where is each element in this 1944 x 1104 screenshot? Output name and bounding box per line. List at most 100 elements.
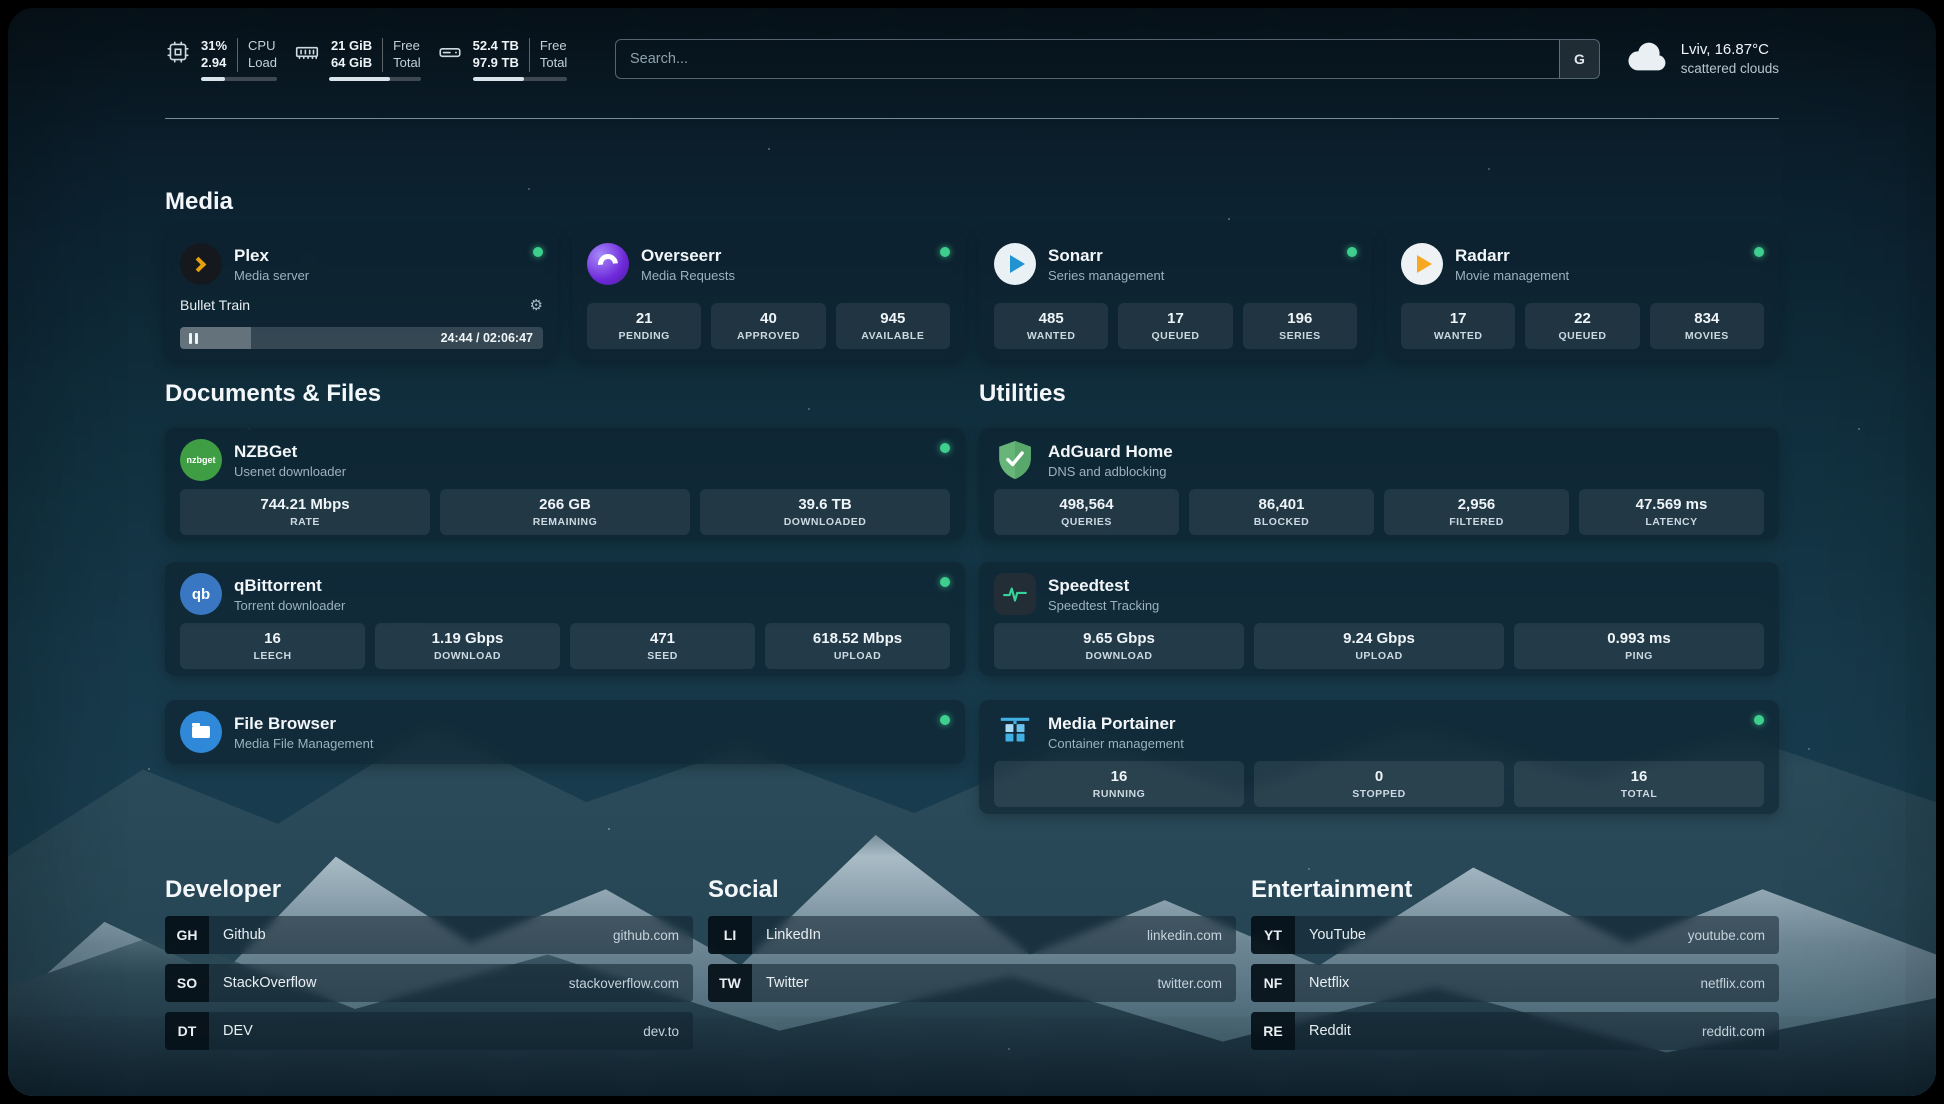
app-title: AdGuard Home — [1048, 442, 1173, 462]
adguard-icon — [994, 439, 1036, 481]
sonarr-icon — [994, 243, 1036, 285]
bookmarks-developer: GH Github github.com SO StackOverflow st… — [165, 916, 693, 1050]
section-heading-developer: Developer — [165, 876, 281, 904]
netflix-icon: NF — [1251, 964, 1295, 1002]
portainer-icon — [994, 711, 1036, 753]
radarr-icon — [1401, 243, 1443, 285]
search-bar: G — [615, 39, 1600, 79]
bookmark-reddit[interactable]: RE Reddit reddit.com — [1251, 1012, 1779, 1050]
linkedin-icon: LI — [708, 916, 752, 954]
youtube-icon: YT — [1251, 916, 1295, 954]
cloud-icon — [1625, 41, 1669, 78]
gear-icon[interactable]: ⚙ — [530, 298, 543, 313]
stat-rate: 744.21 Mbps RATE — [180, 489, 430, 535]
section-heading-documents: Documents & Files — [165, 380, 381, 408]
stat-download: 9.65 Gbps DOWNLOAD — [994, 623, 1244, 669]
qbittorrent-card[interactable]: qb qBittorrent Torrent downloader 16 LEE… — [165, 562, 965, 676]
filebrowser-card[interactable]: File Browser Media File Management — [165, 700, 965, 764]
pause-icon[interactable] — [189, 327, 198, 349]
stat-approved: 40 APPROVED — [711, 303, 825, 349]
bookmark-youtube[interactable]: YT YouTube youtube.com — [1251, 916, 1779, 954]
stat-downloaded: 39.6 TB DOWNLOADED — [700, 489, 950, 535]
disk-usage-bar — [473, 77, 568, 81]
status-dot — [940, 715, 950, 725]
disk-icon — [437, 39, 463, 70]
stat-running: 16 RUNNING — [994, 761, 1244, 807]
ram-icon — [293, 39, 321, 70]
bookmark-twitter[interactable]: TW Twitter twitter.com — [708, 964, 1236, 1002]
status-dot — [940, 577, 950, 587]
stat-download: 1.19 Gbps DOWNLOAD — [375, 623, 560, 669]
app-subtitle: DNS and adblocking — [1048, 464, 1173, 479]
nzbget-icon: nzbget — [180, 439, 222, 481]
github-icon: GH — [165, 916, 209, 954]
stat-series: 196 SERIES — [1243, 303, 1357, 349]
nzbget-card[interactable]: nzbget NZBGet Usenet downloader 744.21 M… — [165, 428, 965, 540]
ram-stat: 21 GiB 64 GiB Free Total — [293, 38, 421, 81]
app-title: Sonarr — [1048, 246, 1164, 266]
playback-time: 24:44 / 02:06:47 — [441, 327, 533, 349]
adguard-card[interactable]: AdGuard Home DNS and adblocking 498,564 … — [979, 428, 1779, 540]
section-heading-entertainment: Entertainment — [1251, 876, 1412, 904]
stat-movies: 834 MOVIES — [1650, 303, 1764, 349]
stat-pending: 21 PENDING — [587, 303, 701, 349]
status-dot — [533, 247, 543, 257]
stat-blocked: 86,401 BLOCKED — [1189, 489, 1374, 535]
dev-icon: DT — [165, 1012, 209, 1050]
speedtest-icon — [994, 573, 1036, 615]
speedtest-card[interactable]: Speedtest Speedtest Tracking 9.65 Gbps D… — [979, 562, 1779, 676]
bookmark-github[interactable]: GH Github github.com — [165, 916, 693, 954]
app-subtitle: Speedtest Tracking — [1048, 598, 1159, 613]
system-stats: 31% 2.94 CPU Load — [165, 38, 567, 81]
disk-label: Free — [540, 38, 567, 55]
app-title: File Browser — [234, 714, 373, 734]
app-subtitle: Media File Management — [234, 736, 373, 751]
status-dot — [1754, 715, 1764, 725]
app-subtitle: Movie management — [1455, 268, 1569, 283]
ram-usage-bar — [329, 77, 421, 81]
radarr-card[interactable]: Radarr Movie management 17 WANTED 22 QUE… — [1386, 232, 1779, 360]
disk-total: 97.9 TB — [473, 55, 519, 72]
app-subtitle: Container management — [1048, 736, 1184, 751]
weather-widget: Lviv, 16.87°C scattered clouds — [1625, 40, 1779, 78]
app-subtitle: Torrent downloader — [234, 598, 345, 613]
cpu-percent: 31% — [201, 38, 227, 55]
bookmark-dev[interactable]: DT DEV dev.to — [165, 1012, 693, 1050]
overseerr-icon — [587, 243, 629, 285]
bookmark-linkedin[interactable]: LI LinkedIn linkedin.com — [708, 916, 1236, 954]
playback-progress-bar[interactable]: 24:44 / 02:06:47 — [180, 327, 543, 349]
portainer-card[interactable]: Media Portainer Container management 16 … — [979, 700, 1779, 814]
cpu-icon — [165, 39, 191, 70]
status-dot — [940, 443, 950, 453]
app-title: Speedtest — [1048, 576, 1159, 596]
app-title: Media Portainer — [1048, 714, 1184, 734]
stat-leech: 16 LEECH — [180, 623, 365, 669]
cpu-label: CPU — [248, 38, 277, 55]
stat-stopped: 0 STOPPED — [1254, 761, 1504, 807]
stat-seed: 471 SEED — [570, 623, 755, 669]
stat-latency: 47.569 ms LATENCY — [1579, 489, 1764, 535]
search-input[interactable] — [616, 40, 1559, 78]
ram-free: 21 GiB — [331, 38, 372, 55]
bookmark-stackoverflow[interactable]: SO StackOverflow stackoverflow.com — [165, 964, 693, 1002]
status-dot — [1347, 247, 1357, 257]
twitter-icon: TW — [708, 964, 752, 1002]
stat-remaining: 266 GB REMAINING — [440, 489, 690, 535]
reddit-icon: RE — [1251, 1012, 1295, 1050]
ram-label2: Total — [393, 55, 420, 72]
plex-card[interactable]: Plex Media server Bullet Train ⚙ 24:44 /… — [165, 232, 558, 360]
bookmark-netflix[interactable]: NF Netflix netflix.com — [1251, 964, 1779, 1002]
qbittorrent-icon: qb — [180, 573, 222, 615]
stackoverflow-icon: SO — [165, 964, 209, 1002]
ram-label: Free — [393, 38, 420, 55]
section-heading-social: Social — [708, 876, 779, 904]
app-title: qBittorrent — [234, 576, 345, 596]
sonarr-card[interactable]: Sonarr Series management 485 WANTED 17 Q… — [979, 232, 1372, 360]
section-heading-utilities: Utilities — [979, 380, 1066, 408]
disk-free: 52.4 TB — [473, 38, 519, 55]
app-subtitle: Media Requests — [641, 268, 735, 283]
plex-icon — [180, 243, 222, 285]
search-engine-button[interactable]: G — [1559, 40, 1599, 78]
overseerr-card[interactable]: Overseerr Media Requests 21 PENDING 40 A… — [572, 232, 965, 360]
cpu-usage-bar — [201, 77, 277, 81]
